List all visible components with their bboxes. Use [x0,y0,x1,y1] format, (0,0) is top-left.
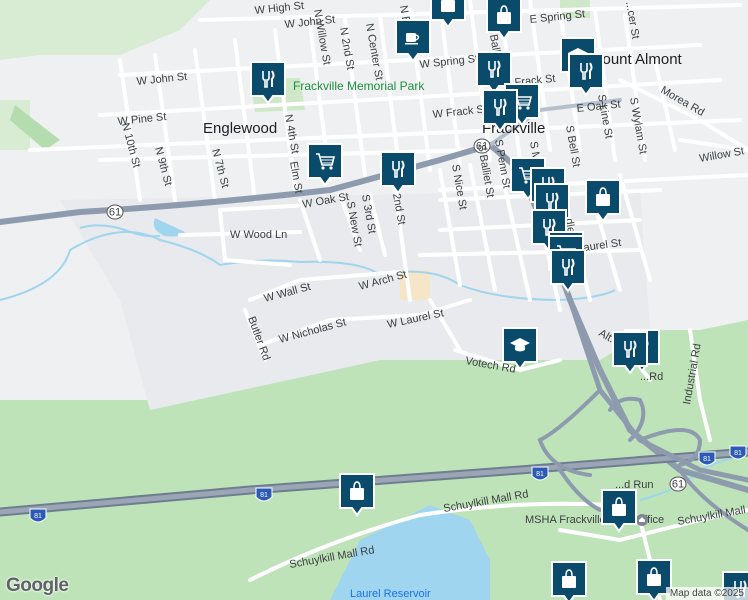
park-label: Frackville Memorial Park [293,79,425,93]
shopping-marker[interactable] [551,561,587,600]
svg-text:...Rd: ...Rd [640,371,663,383]
cafe-marker[interactable] [395,19,431,63]
map-attribution[interactable]: Map data ©2025 [665,587,748,600]
area-label-englewood: Englewood [203,120,277,137]
water-label: Laurel Reservoir [350,588,431,600]
shopping-marker[interactable] [339,473,375,517]
i81-shield: 81 [255,487,273,502]
i81-shield: 81 [729,445,747,460]
restaurant-marker[interactable] [380,151,416,195]
svg-text:81: 81 [536,471,544,478]
route-61-shield: 61 [669,476,687,492]
school-marker[interactable] [502,327,538,371]
google-logo: Google [6,575,69,596]
route-61-shield: 61 [106,204,124,220]
i81-shield: 81 [29,508,47,523]
svg-text:61: 61 [109,207,121,219]
svg-text:81: 81 [34,513,42,520]
svg-text:W Wood Ln: W Wood Ln [230,229,287,241]
shopping-marker[interactable] [601,489,637,533]
svg-text:61: 61 [672,479,684,491]
restaurant-marker[interactable] [612,331,648,375]
restaurant-marker[interactable] [250,61,286,105]
i81-shield: 81 [531,466,549,481]
i81-shield: 81 [698,451,716,466]
grocery-marker[interactable] [307,143,343,187]
restaurant-marker[interactable] [568,53,604,97]
shopping-bag-icon [441,0,455,12]
landmark-icon [636,514,648,526]
map-canvas[interactable]: 61 61 61 81 81 81 81 81 Englewood Frackv… [0,0,748,600]
restaurant-marker[interactable] [482,89,518,133]
restaurant-marker[interactable] [550,249,586,293]
svg-text:81: 81 [703,456,711,463]
shopping-marker[interactable] [585,179,621,223]
svg-text:81: 81 [734,450,742,457]
svg-text:81: 81 [260,492,268,499]
